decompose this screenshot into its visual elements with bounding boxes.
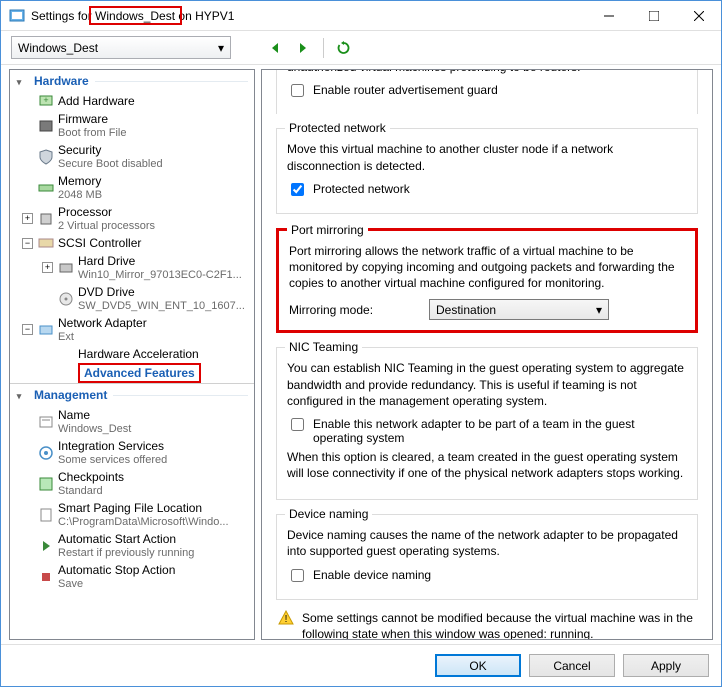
collapse-icon[interactable]: − xyxy=(22,324,33,335)
mirror-legend: Port mirroring xyxy=(287,223,368,237)
scsi-icon xyxy=(38,235,54,251)
collapse-icon[interactable]: ▾ xyxy=(12,389,26,403)
refresh-button[interactable] xyxy=(334,38,354,58)
chevron-down-icon: ▾ xyxy=(218,41,224,55)
warning-text-1: Some settings cannot be modified because… xyxy=(302,610,696,640)
minimize-button[interactable] xyxy=(586,1,631,30)
tree-hard-drive[interactable]: + Hard DriveWin10_Mirror_97013EC0-C2F1..… xyxy=(10,252,254,283)
protected-network-label: Protected network xyxy=(313,182,410,196)
ok-button[interactable]: OK xyxy=(435,654,521,677)
svg-text:+: + xyxy=(43,95,48,105)
tree-network-adapter[interactable]: − Network AdapterExt xyxy=(10,314,254,345)
titlebar: Settings for Windows_Dest on HYPV1 xyxy=(1,1,721,31)
nic-text: You can establish NIC Teaming in the gue… xyxy=(287,360,687,409)
tree-name[interactable]: NameWindows_Dest xyxy=(10,406,254,437)
nav-back-button[interactable] xyxy=(265,38,285,58)
nic-text2: When this option is cleared, a team crea… xyxy=(287,449,687,481)
add-hardware-icon: + xyxy=(38,93,54,109)
router-guard-label: Enable router advertisement guard xyxy=(313,83,498,97)
protected-network-group: Protected network Move this virtual mach… xyxy=(276,128,698,213)
checkpoints-icon xyxy=(38,476,54,492)
protected-legend: Protected network xyxy=(285,121,390,135)
mirror-mode-value: Destination xyxy=(436,303,496,317)
processor-icon xyxy=(38,211,54,227)
tree-dvd-drive[interactable]: DVD DriveSW_DVD5_WIN_ENT_10_1607... xyxy=(10,283,254,314)
nic-teaming-label: Enable this network adapter to be part o… xyxy=(313,417,687,445)
devname-text: Device naming causes the name of the net… xyxy=(287,527,687,559)
tree-hardware-acceleration[interactable]: Hardware Acceleration xyxy=(10,345,254,363)
router-guard-text: Router guard drops router advertisement … xyxy=(287,69,687,75)
protected-network-checkbox[interactable] xyxy=(291,183,304,196)
protected-text: Move this virtual machine to another clu… xyxy=(287,141,687,173)
tree-advanced-features[interactable]: Advanced Features xyxy=(10,363,254,383)
tree-add-hardware[interactable]: + Add Hardware xyxy=(10,92,254,110)
devname-legend: Device naming xyxy=(285,507,372,521)
auto-start-icon xyxy=(38,538,54,554)
settings-tree[interactable]: ▾ Hardware + Add Hardware FirmwareBoot f… xyxy=(9,69,255,640)
collapse-icon[interactable]: ▾ xyxy=(12,75,26,89)
dialog-footer: OK Cancel Apply xyxy=(1,644,721,686)
paging-icon xyxy=(38,507,54,523)
nav-forward-button[interactable] xyxy=(293,38,313,58)
close-button[interactable] xyxy=(676,1,721,30)
nic-teaming-checkbox[interactable] xyxy=(291,418,304,431)
tree-checkpoints[interactable]: CheckpointsStandard xyxy=(10,468,254,499)
chevron-down-icon: ▾ xyxy=(596,303,602,317)
router-guard-group: Router guard drops router advertisement … xyxy=(276,69,698,114)
body: ▾ Hardware + Add Hardware FirmwareBoot f… xyxy=(1,65,721,644)
tree-security[interactable]: SecuritySecure Boot disabled xyxy=(10,141,254,172)
hardware-category[interactable]: ▾ Hardware xyxy=(10,70,254,92)
svg-text:!: ! xyxy=(285,614,288,625)
hard-drive-icon xyxy=(58,260,74,276)
dvd-icon xyxy=(58,291,74,307)
apply-button[interactable]: Apply xyxy=(623,654,709,677)
tree-auto-start[interactable]: Automatic Start ActionRestart if previou… xyxy=(10,530,254,561)
window-title: Settings for Windows_Dest on HYPV1 xyxy=(31,9,586,23)
tree-processor[interactable]: + Processor2 Virtual processors xyxy=(10,203,254,234)
content-pane[interactable]: Router guard drops router advertisement … xyxy=(261,69,713,640)
nic-legend: NIC Teaming xyxy=(285,340,362,354)
collapse-icon[interactable]: − xyxy=(22,238,33,249)
network-icon xyxy=(38,322,54,338)
tree-auto-stop[interactable]: Automatic Stop ActionSave xyxy=(10,561,254,592)
mirror-text: Port mirroring allows the network traffi… xyxy=(289,243,685,292)
firmware-icon xyxy=(38,118,54,134)
device-naming-group: Device naming Device naming causes the n… xyxy=(276,514,698,599)
maximize-button[interactable] xyxy=(631,1,676,30)
vm-selector-value: Windows_Dest xyxy=(18,41,98,55)
mirror-mode-label: Mirroring mode: xyxy=(289,303,419,317)
nic-teaming-group: NIC Teaming You can establish NIC Teamin… xyxy=(276,347,698,500)
toolbar: Windows_Dest ▾ xyxy=(1,31,721,65)
port-mirroring-group: Port mirroring Port mirroring allows the… xyxy=(276,228,698,334)
tree-integration-services[interactable]: Integration ServicesSome services offere… xyxy=(10,437,254,468)
management-category[interactable]: ▾ Management xyxy=(10,383,254,406)
vm-selector-dropdown[interactable]: Windows_Dest ▾ xyxy=(11,36,231,59)
router-guard-checkbox[interactable] xyxy=(291,84,304,97)
device-naming-checkbox[interactable] xyxy=(291,569,304,582)
integration-icon xyxy=(38,445,54,461)
expand-icon[interactable]: + xyxy=(22,213,33,224)
name-icon xyxy=(38,414,54,430)
auto-stop-icon xyxy=(38,569,54,585)
cancel-button[interactable]: Cancel xyxy=(529,654,615,677)
settings-window: Settings for Windows_Dest on HYPV1 Windo… xyxy=(0,0,722,687)
device-naming-label: Enable device naming xyxy=(313,568,431,582)
shield-icon xyxy=(38,149,54,165)
tree-firmware[interactable]: FirmwareBoot from File xyxy=(10,110,254,141)
mirror-mode-dropdown[interactable]: Destination ▾ xyxy=(429,299,609,320)
tree-memory[interactable]: Memory2048 MB xyxy=(10,172,254,203)
warning-panel: ! Some settings cannot be modified becau… xyxy=(276,600,698,640)
app-icon xyxy=(9,8,25,24)
expand-icon[interactable]: + xyxy=(42,262,53,273)
warning-icon: ! xyxy=(278,610,294,626)
tree-smart-paging[interactable]: Smart Paging File LocationC:\ProgramData… xyxy=(10,499,254,530)
memory-icon xyxy=(38,180,54,196)
tree-scsi-controller[interactable]: − SCSI Controller xyxy=(10,234,254,252)
